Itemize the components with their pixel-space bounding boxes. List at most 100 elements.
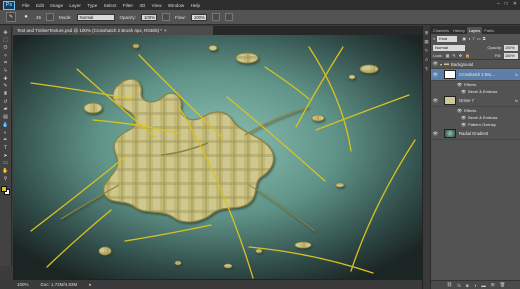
pixel-filter-icon[interactable]: ▣ — [462, 36, 466, 41]
layer-crosshatch[interactable]: 👁 Crosshatch 2 Bru... fx — [431, 69, 520, 81]
menu-layer[interactable]: Layer — [66, 3, 84, 8]
menu-select[interactable]: Select — [100, 3, 119, 8]
effects-row[interactable]: 👁 Effects — [431, 107, 520, 114]
lock-position-icon[interactable]: ✥ — [459, 53, 462, 58]
adjustment-layer-icon[interactable]: ◑ — [474, 283, 477, 288]
dodge-icon[interactable]: ◐ — [1, 130, 10, 136]
menu-view[interactable]: View — [148, 3, 164, 8]
new-layer-icon[interactable]: ⊞ — [491, 282, 495, 288]
adjustment-filter-icon[interactable]: ◑ — [468, 36, 470, 41]
effect-pattern-overlay[interactable]: 👁 Pattern Overlay — [431, 121, 520, 128]
tool-preset-picker[interactable]: ✎ — [6, 12, 16, 22]
quick-select-icon[interactable]: ✧ — [1, 53, 10, 59]
menu-window[interactable]: Window — [165, 3, 188, 8]
type-filter-icon[interactable]: T — [472, 36, 474, 41]
canvas-artwork[interactable] — [13, 35, 422, 279]
brush-tool-icon[interactable]: ✎ — [1, 84, 10, 90]
properties-panel-icon[interactable]: ▦ — [424, 39, 429, 44]
status-menu-arrow-icon[interactable]: ▸ — [89, 282, 91, 288]
menu-filter[interactable]: Filter — [120, 3, 137, 8]
menu-help[interactable]: Help — [187, 3, 203, 8]
close-window-button[interactable]: ✕ — [513, 1, 517, 7]
fx-badge[interactable]: fx — [515, 99, 518, 103]
blend-mode-select[interactable]: Normal — [433, 44, 465, 51]
mode-select[interactable]: Normal — [76, 13, 115, 21]
lock-transparent-icon[interactable]: ▦ — [446, 53, 450, 58]
healing-icon[interactable]: ✚ — [1, 76, 10, 82]
canvas-area[interactable] — [13, 35, 422, 279]
eye-small-icon[interactable]: 👁 — [457, 82, 462, 87]
add-mask-icon[interactable]: ◙ — [466, 283, 469, 288]
menu-image[interactable]: Image — [47, 3, 66, 8]
marquee-icon[interactable]: ⬚ — [1, 38, 10, 44]
foreground-color-swatch[interactable] — [0, 185, 7, 192]
eye-small-icon[interactable]: 👁 — [461, 115, 466, 120]
delete-layer-icon[interactable]: 🗑 — [500, 282, 506, 288]
eye-small-icon[interactable]: 👁 — [461, 89, 466, 94]
layer-radial-gradient[interactable]: 👁 Radial Gradient — [431, 128, 520, 140]
history-brush-icon[interactable]: ↺ — [1, 99, 10, 105]
crop-icon[interactable]: ⌗ — [1, 61, 10, 67]
zoom-level[interactable]: 100% — [17, 282, 29, 287]
layer-grime-7[interactable]: 👁 Grime 7 fx — [431, 95, 520, 107]
pressure-size-toggle[interactable] — [224, 13, 233, 21]
layer-group-background[interactable]: 👁 ▾ ▬ Background — [431, 60, 520, 69]
brush-panel-toggle[interactable] — [46, 13, 55, 21]
fx-badge[interactable]: fx — [515, 73, 518, 77]
lasso-icon[interactable]: ʘ — [1, 45, 10, 51]
brush-panel-icon[interactable]: ✎ — [424, 48, 429, 53]
link-layers-icon[interactable]: ⛓ — [447, 282, 453, 288]
tab-history[interactable]: History — [451, 27, 467, 34]
opacity-field[interactable]: 100% — [141, 13, 158, 21]
history-panel-icon[interactable]: ⊞ — [424, 30, 429, 35]
zoom-icon[interactable]: ⚲ — [1, 176, 10, 182]
move-icon[interactable]: ✥ — [1, 30, 10, 36]
lock-pixels-icon[interactable]: ✎ — [452, 53, 455, 58]
eraser-icon[interactable]: ▰ — [1, 107, 10, 113]
gradient-icon[interactable]: ▤ — [1, 115, 10, 121]
fill-field[interactable]: 100% — [504, 52, 518, 59]
type-icon[interactable]: T — [1, 145, 10, 151]
effect-bevel-emboss[interactable]: 👁 Bevel & Emboss — [431, 114, 520, 121]
tab-layers[interactable]: Layers — [466, 27, 483, 34]
effects-row[interactable]: 👁 Effects — [431, 81, 520, 88]
smart-object-filter-icon[interactable]: ⧉ — [483, 36, 486, 41]
hand-icon[interactable]: ✋ — [1, 168, 10, 174]
pressure-opacity-toggle[interactable] — [162, 13, 171, 21]
pen-icon[interactable]: ✒ — [1, 138, 10, 144]
shape-filter-icon[interactable]: ▭ — [477, 36, 481, 41]
menu-3d[interactable]: 3D — [136, 3, 148, 8]
clone-stamp-icon[interactable]: ♜ — [1, 92, 10, 98]
menu-type[interactable]: Type — [84, 3, 100, 8]
layer-opacity-field[interactable]: 100% — [504, 44, 518, 51]
character-panel-icon[interactable]: A — [424, 57, 429, 62]
path-select-icon[interactable]: ➤ — [1, 153, 10, 159]
lock-all-icon[interactable]: 🔒 — [465, 53, 470, 58]
maximize-button[interactable]: □ — [505, 1, 508, 7]
eye-small-icon[interactable]: 👁 — [457, 108, 462, 113]
add-style-icon[interactable]: fx — [457, 283, 461, 288]
shape-icon[interactable]: ▭ — [1, 161, 10, 167]
new-group-icon[interactable]: ▬ — [481, 283, 486, 288]
effect-bevel-emboss[interactable]: 👁 Bevel & Emboss — [431, 88, 520, 95]
visibility-eye-icon[interactable]: 👁 — [431, 131, 440, 137]
tab-channels[interactable]: Channels — [431, 27, 451, 34]
filter-kind-select[interactable]: Kind — [437, 35, 458, 42]
close-document-icon[interactable]: × — [164, 28, 167, 33]
visibility-eye-icon[interactable]: 👁 — [431, 98, 440, 104]
brush-preset-picker[interactable]: ● — [21, 12, 31, 22]
menu-edit[interactable]: Edit — [33, 3, 47, 8]
airbrush-toggle[interactable] — [211, 13, 220, 21]
eyedropper-icon[interactable]: ϟ — [1, 68, 10, 74]
group-expand-chevron-icon[interactable]: ▾ — [440, 62, 442, 67]
document-tab[interactable]: Text and TimberTexture.psd @ 100% (Cross… — [13, 26, 213, 35]
visibility-eye-icon[interactable]: 👁 — [431, 61, 440, 67]
paragraph-panel-icon[interactable]: ¶ — [424, 66, 429, 71]
minimize-button[interactable]: – — [497, 1, 500, 7]
menu-file[interactable]: File — [19, 3, 33, 8]
eye-small-icon[interactable]: 👁 — [461, 122, 466, 127]
flow-field[interactable]: 100% — [190, 13, 207, 21]
blur-icon[interactable]: 💧 — [1, 122, 10, 128]
tab-paths[interactable]: Paths — [482, 27, 496, 34]
visibility-eye-icon[interactable]: 👁 — [431, 72, 440, 78]
